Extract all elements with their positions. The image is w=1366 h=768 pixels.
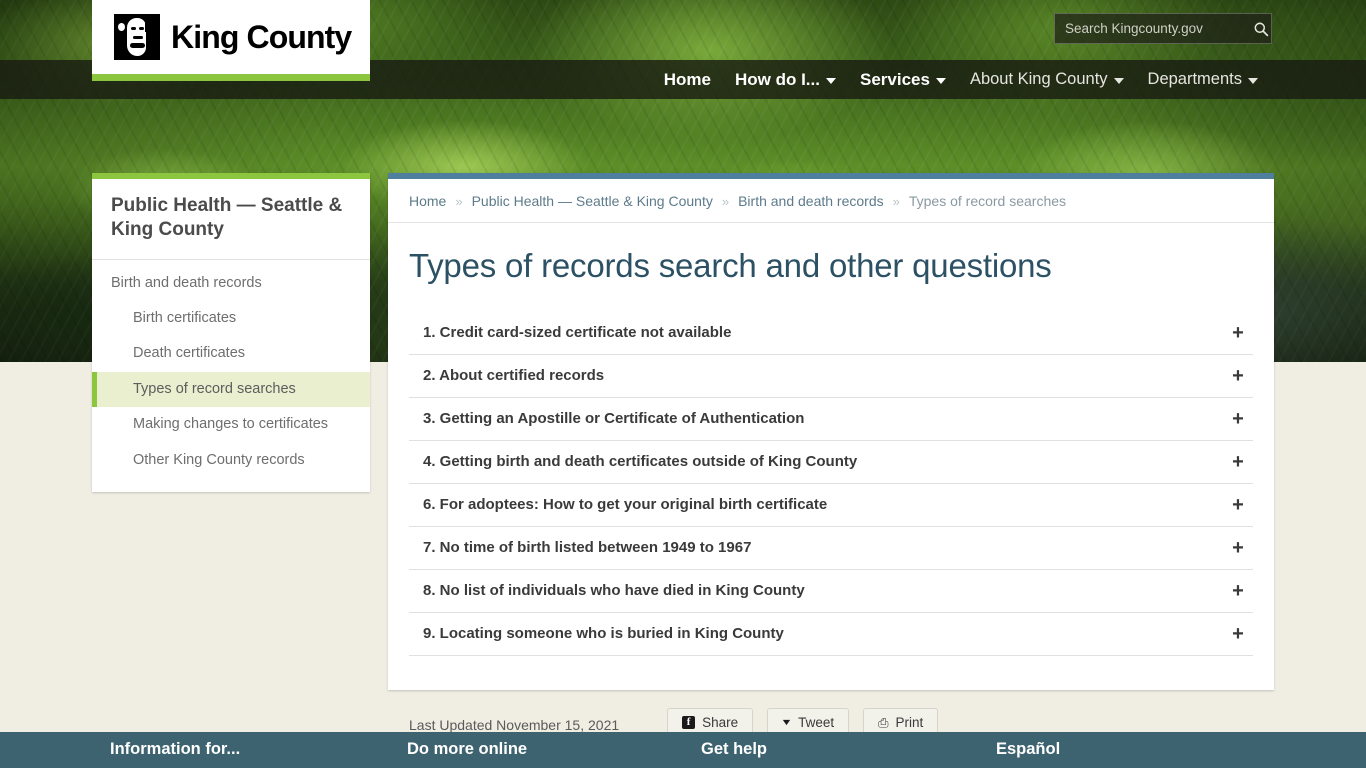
accordion-expand-icon[interactable]: + (1227, 538, 1249, 558)
faq-accordion: 1. Credit card-sized certificate not ava… (388, 295, 1274, 656)
nav-item-how-do-i[interactable]: How do I... (723, 60, 848, 99)
sidebar-item-birth-certificates[interactable]: Birth certificates (92, 301, 370, 336)
site-logo[interactable]: King County (92, 0, 370, 81)
accordion-item-label: 9. Locating someone who is buried in Kin… (423, 624, 784, 642)
accordion-item-label: 7. No time of birth listed between 1949 … (423, 538, 752, 556)
nav-item-about-king-county[interactable]: About King County (958, 60, 1136, 99)
chevron-down-icon (1113, 78, 1124, 84)
sidebar-navigation: Birth and death records Birth certificate… (92, 260, 370, 492)
main-navigation-list: Home How do I... Services About King County… (652, 60, 1270, 99)
accordion-expand-icon[interactable]: + (1227, 495, 1249, 515)
accordion-expand-icon[interactable]: + (1227, 366, 1249, 386)
sidebar-item-types-of-record-searches[interactable]: Types of record searches (92, 371, 370, 408)
footer-column-get-help[interactable]: Get help (701, 740, 767, 759)
mlk-face-icon (114, 14, 160, 60)
nav-item-label: Departments (1147, 70, 1242, 88)
nav-item-home[interactable]: Home (652, 60, 723, 99)
chevron-down-icon (935, 78, 946, 84)
accordion-item[interactable]: 3. Getting an Apostille or Certificate o… (409, 398, 1253, 441)
accordion-item-label: 3. Getting an Apostille or Certificate o… (423, 409, 805, 427)
breadcrumb-item-2[interactable]: Public Health — Seattle & King County (472, 193, 713, 209)
main-content-card: Home » Public Health — Seattle & King Coun… (388, 173, 1274, 690)
share-button-label: Tweet (798, 715, 835, 730)
site-footer: Information for... Do more online Get help… (0, 732, 1366, 768)
nav-item-label: How do I... (734, 69, 820, 89)
share-button-label: Print (895, 715, 924, 730)
accordion-item-label: 2. About certified records (423, 366, 605, 384)
accordion-item[interactable]: 4. Getting birth and death certificates … (409, 441, 1253, 484)
accordion-item-label: 6. For adoptees: How to get your origina… (423, 495, 828, 513)
accordion-item-label: 4. Getting birth and death certificates … (423, 452, 858, 470)
breadcrumb: Home » Public Health — Seattle & King Coun… (388, 179, 1274, 223)
accordion-expand-icon[interactable]: + (1227, 409, 1249, 429)
accordion-item-label: 1. Credit card-sized certificate not ava… (423, 323, 732, 341)
search-input[interactable] (1055, 14, 1250, 43)
nav-item-label: About King County (969, 70, 1108, 88)
breadcrumb-item-3[interactable]: Birth and death records (738, 193, 884, 209)
breadcrumb-separator: » (892, 193, 900, 209)
breadcrumb-item-1[interactable]: Home (409, 193, 446, 209)
chevron-down-icon (1248, 78, 1258, 84)
logo-text: King County (171, 18, 352, 55)
footer-columns: Information for... Do more online Get help… (0, 732, 1366, 768)
search-icon (1254, 22, 1268, 36)
footer-column-espa-ol[interactable]: Español (996, 740, 1060, 759)
accordion-item[interactable]: 1. Credit card-sized certificate not ava… (409, 311, 1253, 355)
accordion-expand-icon[interactable]: + (1227, 452, 1249, 472)
sidebar-item-other-king-county-records[interactable]: Other King County records (92, 443, 370, 478)
sidebar-item-birth-and-death-records[interactable]: Birth and death records (92, 266, 370, 301)
nav-item-label: Services (859, 69, 930, 89)
search-submit-button[interactable] (1250, 14, 1271, 43)
nav-item-departments[interactable]: Departments (1136, 60, 1270, 99)
breadcrumb-separator: » (455, 193, 463, 209)
accordion-expand-icon[interactable]: + (1227, 624, 1249, 644)
nav-item-services[interactable]: Services (848, 60, 958, 99)
breadcrumb-separator: » (721, 193, 730, 209)
accordion-expand-icon[interactable]: + (1227, 581, 1249, 601)
accordion-item[interactable]: 6. For adoptees: How to get your origina… (409, 484, 1253, 527)
last-updated-text: Last Updated November 15, 2021 (409, 717, 620, 733)
chevron-down-icon (825, 78, 836, 84)
accordion-expand-icon[interactable]: + (1227, 323, 1249, 343)
accordion-item[interactable]: 8. No list of individuals who have died … (409, 570, 1253, 613)
printer-icon: ⎙ (878, 715, 889, 730)
footer-column-do-more-online[interactable]: Do more online (407, 740, 527, 759)
footer-column-information-for[interactable]: Information for... (110, 740, 240, 759)
accordion-item-label: 8. No list of individuals who have died … (423, 581, 805, 599)
site-search[interactable] (1054, 13, 1272, 44)
facebook-icon: f (682, 716, 696, 729)
nav-item-label: Home (663, 69, 711, 89)
accordion-item[interactable]: 2. About certified records + (409, 355, 1253, 398)
section-sidebar: Public Health — Seattle & King County Bi… (92, 173, 370, 492)
breadcrumb-item-4: Types of record searches (908, 193, 1067, 209)
share-button-label: Share (702, 715, 739, 730)
page-title: Types of records search and other questi… (409, 247, 1052, 284)
sidebar-item-death-certificates[interactable]: Death certificates (92, 336, 370, 371)
sidebar-item-making-changes-to-certificates[interactable]: Making changes to certificates (92, 407, 370, 442)
accordion-item[interactable]: 9. Locating someone who is buried in Kin… (409, 613, 1253, 656)
twitter-icon: ▼ (780, 717, 793, 727)
sidebar-title: Public Health — Seattle & King County (92, 179, 370, 260)
accordion-item[interactable]: 7. No time of birth listed between 1949 … (409, 527, 1253, 570)
